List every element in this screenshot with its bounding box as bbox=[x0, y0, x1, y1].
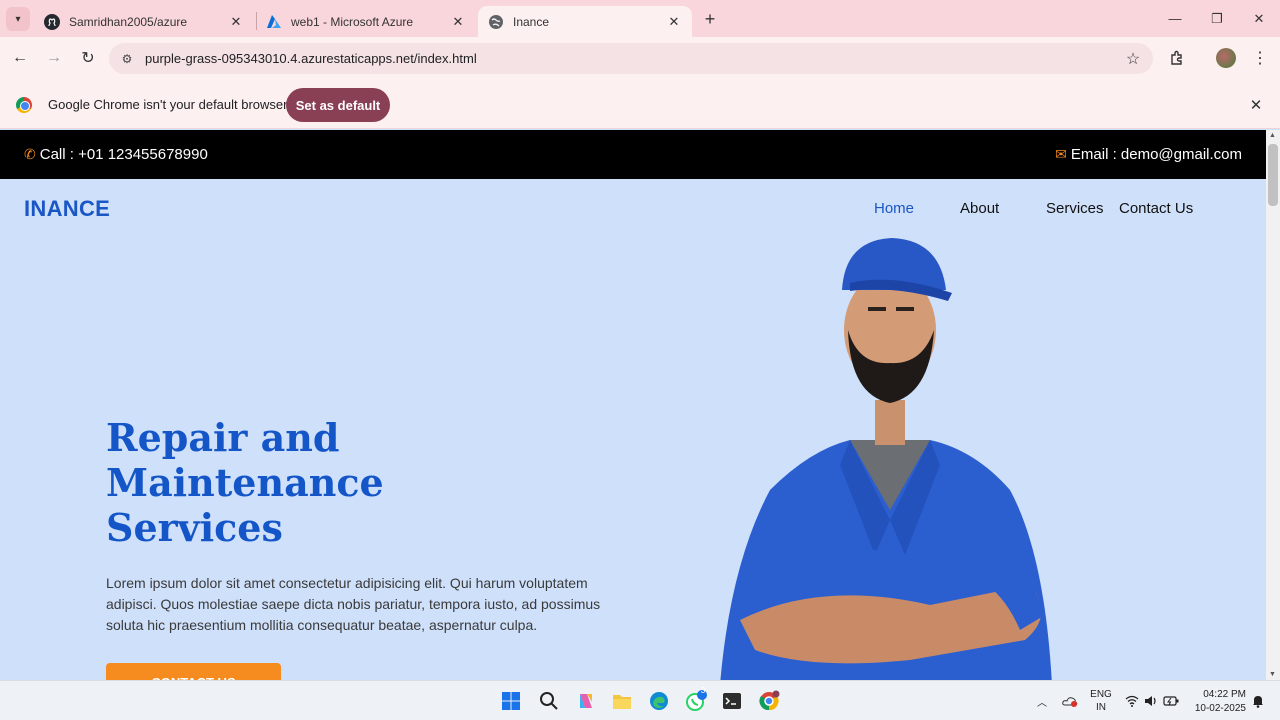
nav-home[interactable]: Home bbox=[874, 200, 914, 217]
whatsapp-icon[interactable]: 3 bbox=[684, 686, 708, 713]
clock-date: 10-02-2025 bbox=[1194, 703, 1246, 714]
envelope-icon: ✉ bbox=[1055, 146, 1067, 162]
tab-title: web1 - Microsoft Azure bbox=[291, 14, 414, 29]
page-scrollbar[interactable]: ▲ ▼ bbox=[1266, 130, 1280, 680]
hero-title: Repair and Maintenance Services bbox=[106, 415, 384, 550]
menu-kebab-icon[interactable]: ⋮ bbox=[1248, 46, 1272, 70]
terminal-icon[interactable] bbox=[720, 689, 744, 713]
bookmark-star-icon[interactable]: ☆ bbox=[1121, 47, 1145, 71]
new-tab-button[interactable]: + bbox=[698, 7, 722, 31]
nav-about[interactable]: About bbox=[960, 200, 999, 217]
email-text: Email : demo@gmail.com bbox=[1070, 146, 1242, 163]
nav-services[interactable]: Services bbox=[1046, 200, 1104, 217]
close-tab-icon[interactable]: ✕ bbox=[666, 14, 682, 30]
scroll-down-icon[interactable]: ▼ bbox=[1269, 671, 1276, 678]
tab-strip: ▾ Samridhan2005/azure ✕ web1 - Microsoft… bbox=[0, 0, 1280, 37]
copilot-icon[interactable] bbox=[574, 689, 598, 713]
default-browser-infobar: Google Chrome isn't your default browser… bbox=[0, 80, 1280, 129]
show-hidden-icons[interactable]: ︿ bbox=[1034, 681, 1050, 720]
restore-button[interactable]: ❐ bbox=[1196, 0, 1238, 37]
language-indicator[interactable]: ENG IN bbox=[1086, 681, 1116, 720]
address-bar[interactable]: ⚙ purple-grass-095343010.4.azurestaticap… bbox=[109, 43, 1153, 74]
scroll-up-icon[interactable]: ▲ bbox=[1269, 132, 1276, 139]
email-info[interactable]: ✉ Email : demo@gmail.com bbox=[1055, 146, 1242, 163]
whatsapp-badge: 3 bbox=[700, 686, 706, 695]
forward-button[interactable]: → bbox=[42, 46, 66, 70]
close-tab-icon[interactable]: ✕ bbox=[228, 14, 244, 30]
phone-icon: ✆ bbox=[24, 146, 36, 162]
site-logo[interactable]: INANCE bbox=[24, 196, 110, 222]
reload-button[interactable]: ↻ bbox=[76, 46, 100, 70]
windows-start-icon[interactable] bbox=[499, 689, 523, 713]
browser-toolbar: ← → ↻ ⚙ purple-grass-095343010.4.azurest… bbox=[0, 37, 1280, 80]
url-text[interactable]: purple-grass-095343010.4.azurestaticapps… bbox=[145, 51, 1121, 66]
notification-bell-icon[interactable] bbox=[1250, 681, 1266, 720]
nav-contact-us[interactable]: Contact Us bbox=[1119, 200, 1193, 217]
contact-topbar: ✆ Call : +01 123455678990 ✉ Email : demo… bbox=[0, 130, 1266, 179]
search-icon[interactable] bbox=[537, 689, 561, 713]
scrollbar-thumb[interactable] bbox=[1268, 144, 1278, 206]
region-text: IN bbox=[1096, 702, 1106, 713]
windows-taskbar: 3 ︿ ENG IN 04:22 PM 10-02-2025 bbox=[0, 680, 1280, 720]
tab-github[interactable]: Samridhan2005/azure ✕ bbox=[34, 6, 254, 37]
call-text: Call : +01 123455678990 bbox=[39, 146, 208, 163]
github-icon bbox=[44, 13, 60, 30]
infobar-message: Google Chrome isn't your default browser bbox=[48, 97, 288, 112]
tab-azure[interactable]: web1 - Microsoft Azure ✕ bbox=[256, 6, 476, 37]
close-tab-icon[interactable]: ✕ bbox=[450, 14, 466, 30]
contact-us-button[interactable]: CONTACT US bbox=[106, 663, 281, 680]
azure-icon bbox=[266, 14, 282, 30]
profile-avatar[interactable] bbox=[1216, 48, 1236, 68]
tab-title: Samridhan2005/azure bbox=[69, 14, 188, 29]
onedrive-icon[interactable] bbox=[1060, 681, 1080, 720]
site-info-icon[interactable]: ⚙ bbox=[115, 47, 139, 71]
system-clock[interactable]: 04:22 PM 10-02-2025 bbox=[1190, 688, 1246, 716]
close-window-button[interactable]: ✕ bbox=[1238, 0, 1280, 37]
tab-title: Inance bbox=[513, 14, 550, 29]
clock-time: 04:22 PM bbox=[1203, 689, 1246, 700]
globe-icon bbox=[488, 14, 504, 30]
file-explorer-icon[interactable] bbox=[610, 689, 634, 713]
repairman-image bbox=[720, 238, 1052, 680]
chrome-taskbar-icon[interactable] bbox=[757, 689, 781, 713]
tab-inance[interactable]: Inance ✕ bbox=[478, 6, 692, 37]
tab-search-button[interactable]: ▾ bbox=[6, 7, 30, 31]
call-info[interactable]: ✆ Call : +01 123455678990 bbox=[24, 146, 208, 163]
volume-icon[interactable] bbox=[1143, 681, 1159, 720]
back-button[interactable]: ← bbox=[8, 46, 32, 70]
minimize-button[interactable]: — bbox=[1154, 0, 1196, 37]
close-infobar-icon[interactable]: ✕ bbox=[1246, 95, 1266, 115]
hero-description: Lorem ipsum dolor sit amet consectetur a… bbox=[106, 575, 601, 633]
battery-icon[interactable] bbox=[1162, 681, 1180, 720]
chrome-logo-icon bbox=[16, 97, 32, 113]
wifi-icon[interactable] bbox=[1124, 681, 1140, 720]
web-page: ✆ Call : +01 123455678990 ✉ Email : demo… bbox=[0, 130, 1266, 680]
set-as-default-button[interactable]: Set as default bbox=[286, 88, 390, 122]
extensions-icon[interactable] bbox=[1165, 46, 1189, 70]
edge-icon[interactable] bbox=[647, 689, 671, 713]
language-text: ENG bbox=[1090, 689, 1112, 700]
